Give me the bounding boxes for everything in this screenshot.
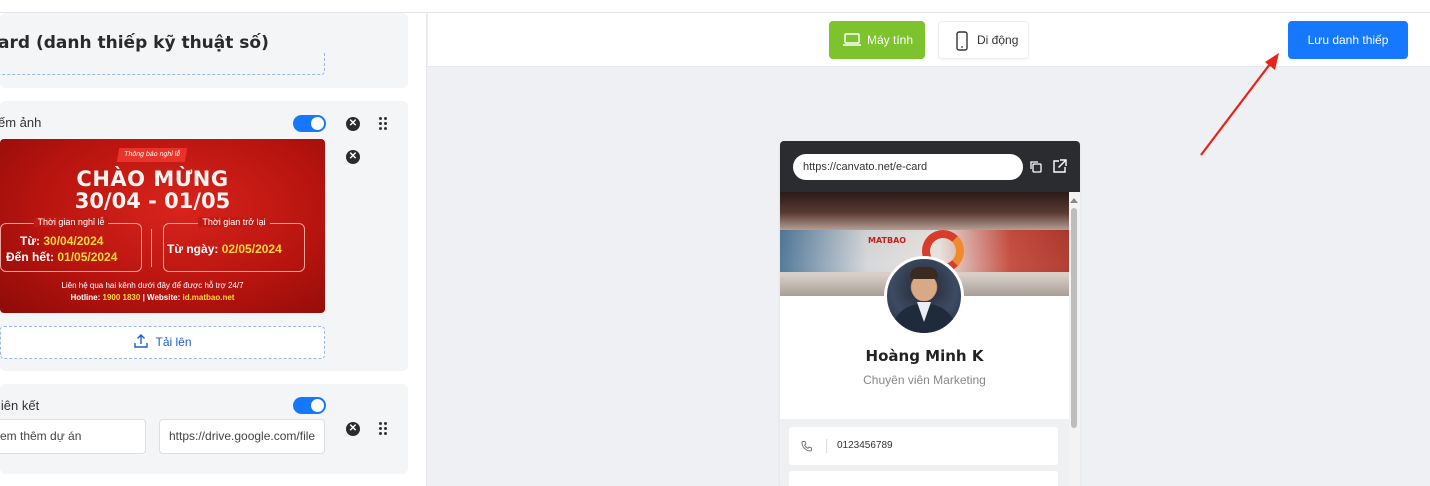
editor-panel: ard (danh thiếp kỹ thuật số) ếm ảnh ✕ ✕ … bbox=[0, 13, 427, 486]
mobile-phone-icon bbox=[956, 31, 968, 51]
image-block-toggle[interactable] bbox=[293, 115, 326, 132]
copy-icon[interactable] bbox=[1029, 160, 1043, 174]
link-drag-handle-icon[interactable] bbox=[379, 422, 389, 436]
link-block-toggle[interactable] bbox=[293, 397, 326, 414]
page-title: ard (danh thiếp kỹ thuật số) bbox=[0, 33, 269, 53]
link-block-label: liên kết bbox=[0, 398, 40, 413]
link-block: liên kết em thêm dự án https://drive.goo… bbox=[0, 384, 408, 474]
contact-next-row[interactable] bbox=[789, 471, 1058, 486]
scroll-up-icon[interactable] bbox=[1070, 198, 1078, 203]
banner-footer-note: Liên hệ qua hai kênh dưới đây để được hỗ… bbox=[61, 281, 244, 290]
image-block-label: ếm ảnh bbox=[0, 115, 42, 130]
profile-name: Hoàng Minh K bbox=[865, 347, 984, 365]
image-block-remove-icon[interactable]: ✕ bbox=[346, 117, 360, 131]
cover-logo: MATBAO bbox=[868, 236, 907, 245]
banner-from-line: Từ: 30/04/2024 bbox=[20, 234, 104, 248]
banner-footer-contact: Hotline: 1900 1830 | Website: id.matbao.… bbox=[70, 293, 235, 302]
link-name-input[interactable]: em thêm dự án bbox=[0, 419, 146, 454]
link-url-input[interactable]: https://drive.google.com/file bbox=[159, 419, 325, 454]
upload-button[interactable]: Tải lên bbox=[0, 326, 325, 359]
banner-holiday-caption: Thời gian nghỉ lễ bbox=[33, 217, 109, 227]
desktop-view-button[interactable]: Máy tính bbox=[829, 21, 925, 59]
save-card-button[interactable]: Lưu danh thiếp bbox=[1288, 21, 1408, 59]
banner-to-line: Đến hết: 01/05/2024 bbox=[6, 250, 118, 264]
preview-url-field[interactable]: https://canvato.net/e-card bbox=[793, 154, 1023, 180]
banner-heading: CHÀO MỪNG bbox=[76, 167, 229, 191]
profile-role: Chuyên viên Marketing bbox=[863, 373, 986, 387]
banner-divider bbox=[151, 229, 152, 267]
banner-tag: Thông báo nghỉ lễ bbox=[116, 148, 188, 162]
link-remove-icon[interactable]: ✕ bbox=[346, 422, 360, 436]
open-external-icon[interactable] bbox=[1052, 159, 1067, 174]
previous-upload-area[interactable] bbox=[0, 53, 325, 75]
avatar bbox=[884, 256, 964, 336]
upload-icon bbox=[134, 334, 149, 348]
scrollbar-thumb[interactable] bbox=[1071, 208, 1077, 428]
annotation-arrow-icon bbox=[1200, 53, 1279, 156]
contact-phone-row[interactable]: 0123456789 bbox=[789, 427, 1058, 465]
mobile-view-button[interactable]: Di động bbox=[938, 21, 1029, 59]
mobile-preview: https://canvato.net/e-card MATBAO Hoàng … bbox=[780, 141, 1080, 486]
drag-handle-icon[interactable] bbox=[379, 117, 389, 131]
banner-return-caption: Thời gian trở lại bbox=[198, 217, 270, 227]
image-remove-icon[interactable]: ✕ bbox=[346, 150, 360, 164]
banner-dates: 30/04 - 01/05 bbox=[74, 189, 231, 213]
preview-address-bar: https://canvato.net/e-card bbox=[780, 141, 1080, 192]
phone-icon bbox=[801, 441, 812, 452]
laptop-icon bbox=[843, 33, 861, 46]
banner-return-line: Từ ngày: 02/05/2024 bbox=[167, 242, 282, 256]
top-strip bbox=[0, 0, 1430, 12]
image-block: ếm ảnh ✕ ✕ Thông báo nghỉ lễ CHÀO MỪNG 3… bbox=[0, 101, 408, 371]
banner-image: Thông báo nghỉ lễ CHÀO MỪNG 30/04 - 01/0… bbox=[0, 139, 325, 313]
